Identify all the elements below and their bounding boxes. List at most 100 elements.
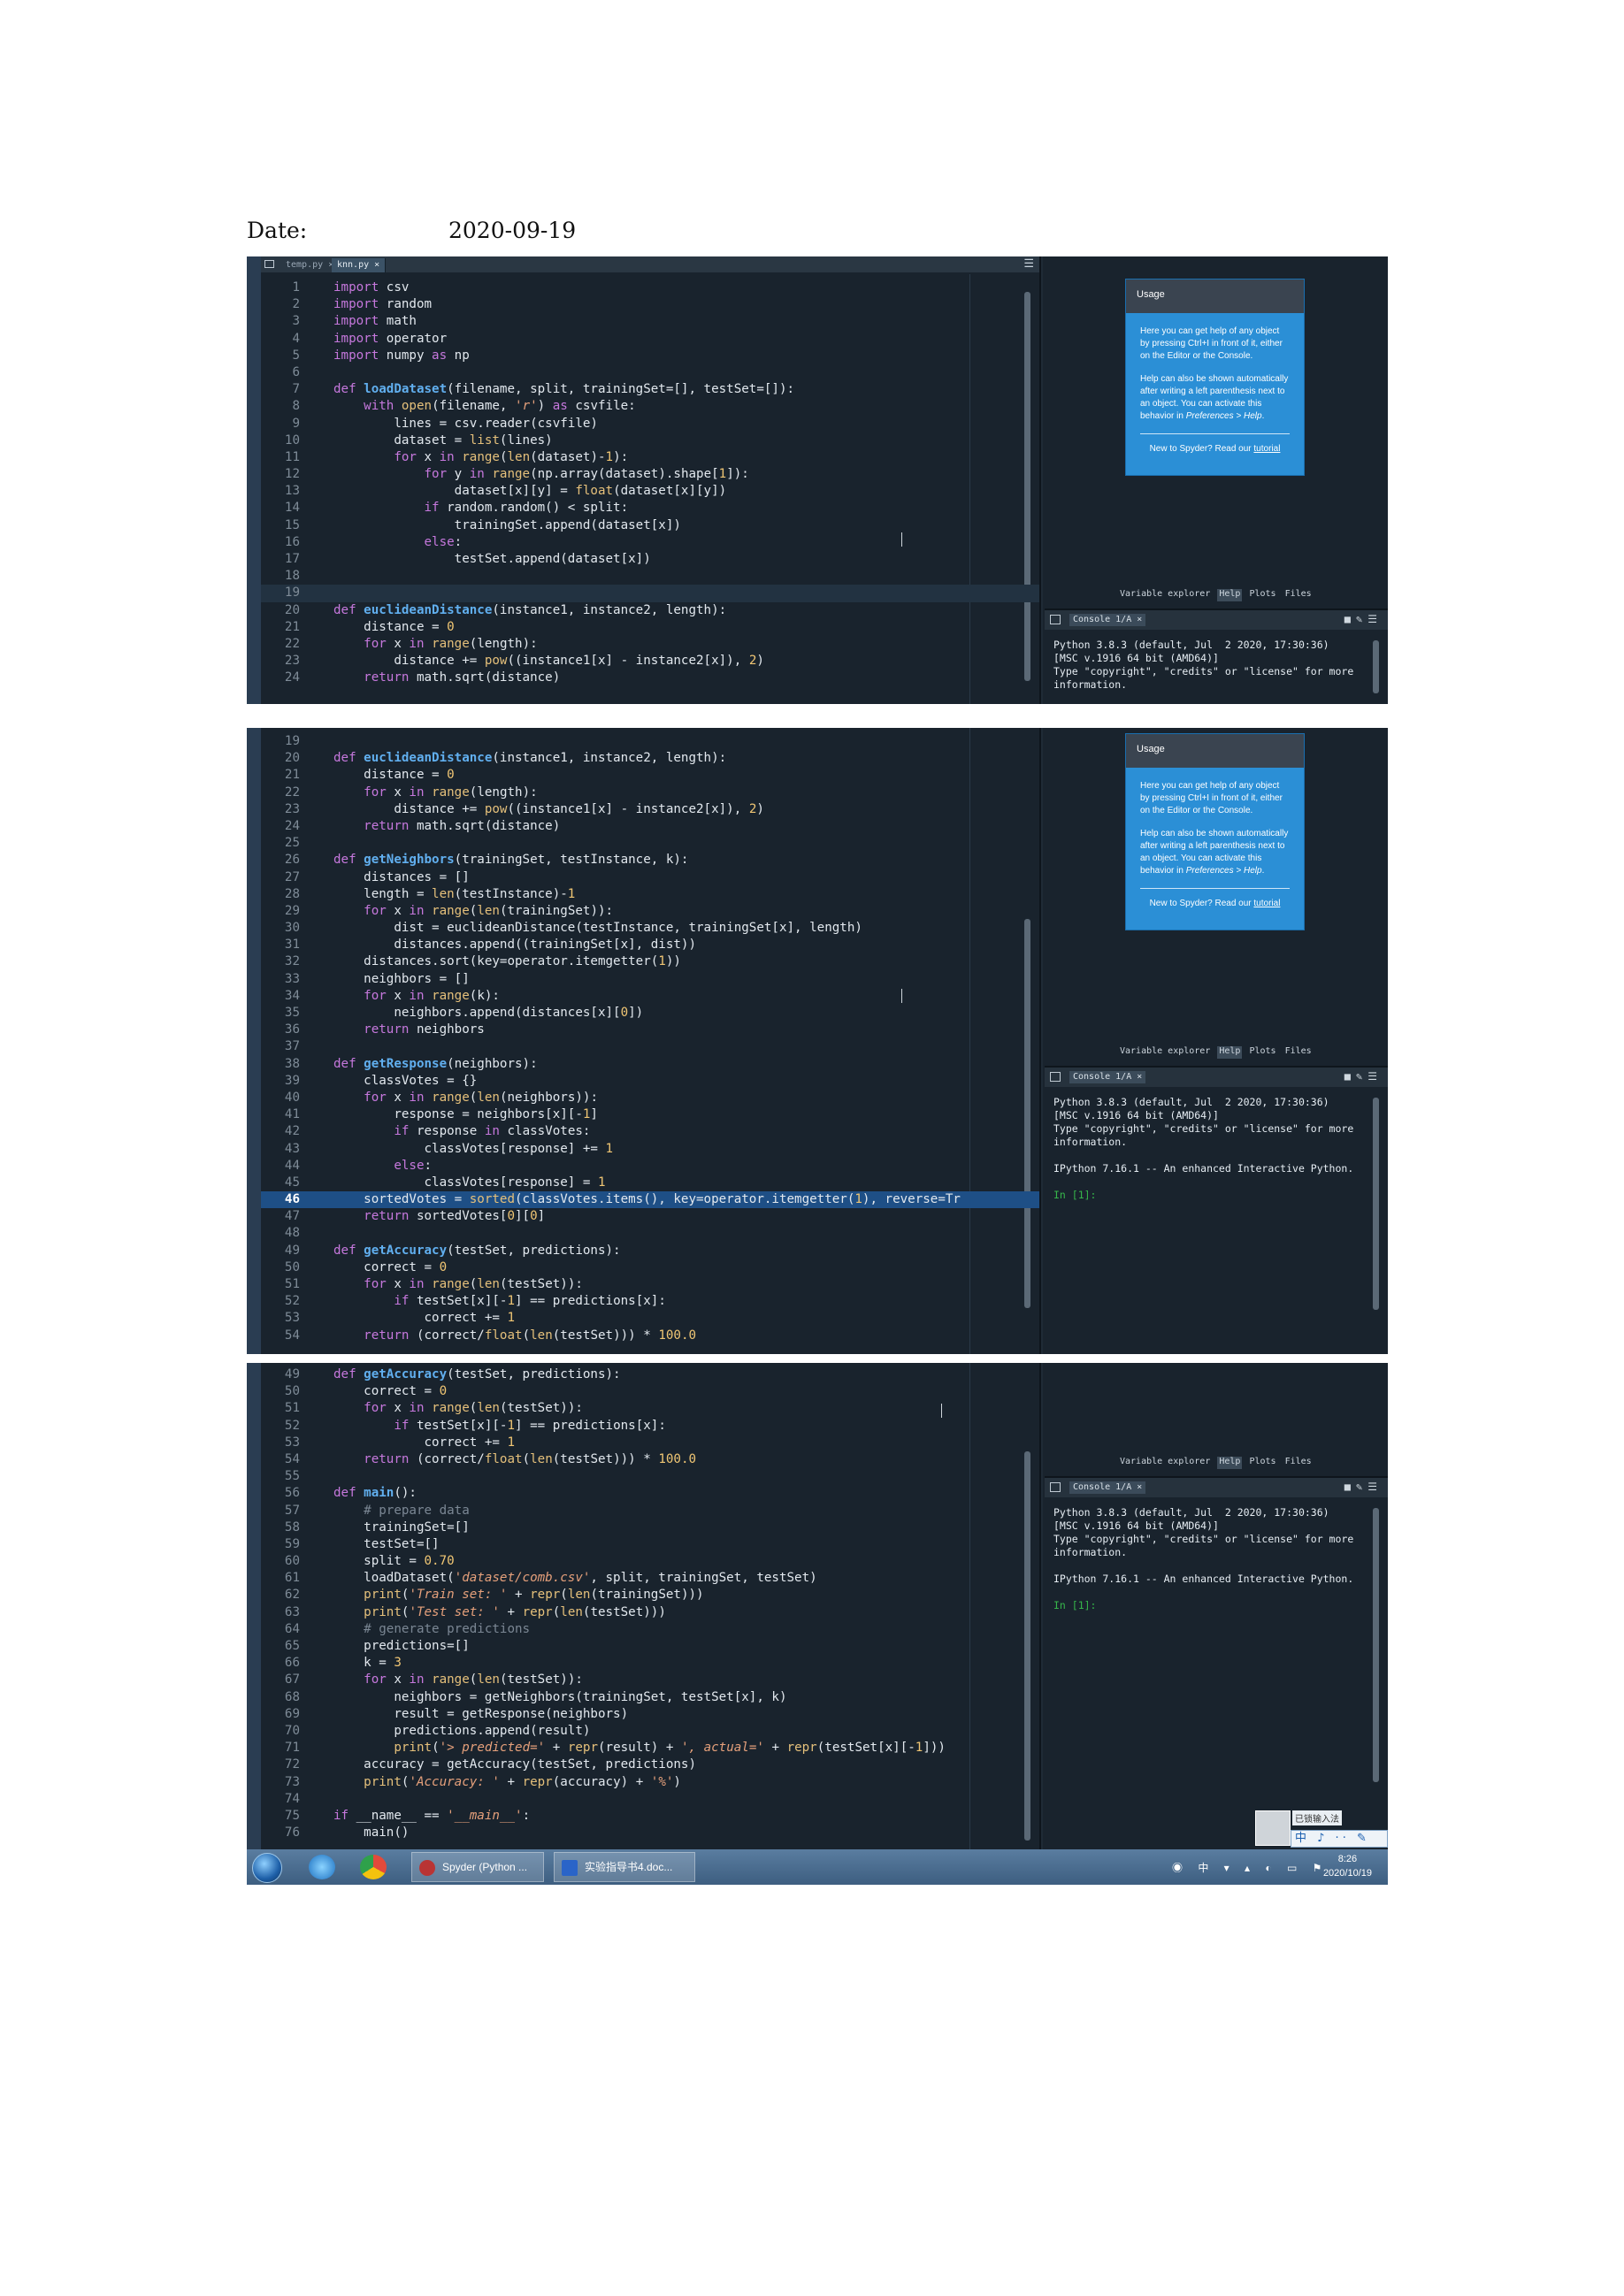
code-line[interactable]: 75 if __name__ == '__main__': — [261, 1808, 1039, 1825]
ime-bar[interactable]: 中 ♪ ·· ✎ ▤ — [1291, 1830, 1388, 1861]
code-line[interactable]: 53 correct += 1 — [261, 1310, 1039, 1327]
code-line[interactable]: 61 loadDataset('dataset/comb.csv', split… — [261, 1570, 1039, 1587]
preferences-link[interactable]: Preferences > Help — [1186, 411, 1262, 421]
code-line[interactable]: 56 def main(): — [261, 1485, 1039, 1502]
code-line[interactable]: 19 — [261, 733, 1039, 750]
code-line[interactable]: 58 trainingSet=[] — [261, 1519, 1039, 1536]
console-close-icon[interactable]: × — [1137, 1072, 1142, 1082]
code-line[interactable]: 47 return sortedVotes[0][0] — [261, 1208, 1039, 1225]
code-line[interactable]: 3 import math — [261, 313, 1039, 330]
code-area[interactable]: 1 import csv 2 import random 3 import math 4 im… — [261, 279, 1039, 687]
console-close-icon[interactable]: × — [1137, 615, 1142, 624]
code-line[interactable]: 64 # generate predictions — [261, 1621, 1039, 1638]
code-line[interactable]: 54 return (correct/float(len(testSet))) … — [261, 1328, 1039, 1344]
code-line[interactable]: 69 result = getResponse(neighbors) — [261, 1706, 1039, 1723]
tab-files[interactable]: Files — [1283, 1046, 1314, 1059]
taskbar-word[interactable]: 实验指导书4.doc... — [554, 1852, 695, 1882]
code-line[interactable]: 51 for x in range(len(testSet)): — [261, 1276, 1039, 1293]
browse-tabs-icon[interactable] — [264, 260, 274, 268]
code-line[interactable]: 23 distance += pow((instance1[x] - insta… — [261, 801, 1039, 818]
console-scrollbar[interactable] — [1373, 640, 1379, 693]
code-line[interactable]: 59 testSet=[] — [261, 1536, 1039, 1553]
code-line[interactable]: 72 accuracy = getAccuracy(testSet, predi… — [261, 1756, 1039, 1773]
tutorial-link[interactable]: tutorial — [1253, 444, 1280, 454]
code-line[interactable]: 39 classVotes = {} — [261, 1073, 1039, 1090]
tab-plots[interactable]: Plots — [1247, 589, 1277, 601]
code-line[interactable]: 38 def getResponse(neighbors): — [261, 1056, 1039, 1073]
ipython-console[interactable]: Console 1/A × ■✎☰ Python 3.8.3 (default,… — [1045, 1066, 1388, 1354]
code-line[interactable]: 54 return (correct/float(len(testSet))) … — [261, 1451, 1039, 1468]
code-line[interactable]: 63 print('Test set: ' + repr(len(testSet… — [261, 1604, 1039, 1621]
ipython-console[interactable]: Console 1/A × ■✎☰ Python 3.8.3 (default,… — [1045, 1476, 1388, 1849]
code-line[interactable]: 55 — [261, 1468, 1039, 1485]
code-line[interactable]: 33 neighbors = [] — [261, 971, 1039, 988]
code-line[interactable]: 7 def loadDataset(filename, split, traini… — [261, 381, 1039, 398]
code-line[interactable]: 4 import operator — [261, 331, 1039, 348]
code-line[interactable]: 18 — [261, 568, 1039, 585]
code-line[interactable]: 31 distances.append((trainingSet[x], dis… — [261, 937, 1039, 953]
tab-files[interactable]: Files — [1283, 589, 1314, 601]
code-line[interactable]: 19 — [261, 585, 1039, 602]
console-prompt[interactable]: In [1]: — [1053, 1599, 1096, 1611]
code-line[interactable]: 13 dataset[x][y] = float(dataset[x][y]) — [261, 483, 1039, 500]
code-line[interactable]: 48 — [261, 1225, 1039, 1242]
tab-variable-explorer[interactable]: Variable explorer — [1118, 589, 1212, 601]
console-browse-icon[interactable] — [1050, 615, 1061, 624]
code-editor[interactable]: temp.py × knn.py × ☰ 1 import csv 2 import … — [247, 256, 1041, 704]
code-line[interactable]: 45 classVotes[response] = 1 — [261, 1175, 1039, 1191]
code-area[interactable]: 19 20 def euclideanDistance(instance1, ins… — [261, 733, 1039, 1344]
code-line[interactable]: 14 if random.random() < split: — [261, 500, 1039, 517]
code-line[interactable]: 30 dist = euclideanDistance(testInstance… — [261, 920, 1039, 937]
code-line[interactable]: 15 trainingSet.append(dataset[x]) — [261, 517, 1039, 534]
code-line[interactable]: 43 classVotes[response] += 1 — [261, 1141, 1039, 1158]
code-line[interactable]: 62 print('Train set: ' + repr(len(traini… — [261, 1587, 1039, 1603]
code-line[interactable]: 23 distance += pow((instance1[x] - insta… — [261, 653, 1039, 670]
code-line[interactable]: 65 predictions=[] — [261, 1638, 1039, 1655]
start-button-icon[interactable] — [252, 1853, 282, 1883]
tab-variable-explorer[interactable]: Variable explorer — [1118, 1457, 1212, 1469]
code-line[interactable]: 57 # prepare data — [261, 1503, 1039, 1519]
code-line[interactable]: 29 for x in range(len(trainingSet)): — [261, 903, 1039, 920]
code-line[interactable]: 37 — [261, 1038, 1039, 1055]
code-line[interactable]: 5 import numpy as np — [261, 348, 1039, 364]
tab-help[interactable]: Help — [1217, 589, 1243, 601]
code-line[interactable]: 68 neighbors = getNeighbors(trainingSet,… — [261, 1689, 1039, 1706]
tab-help[interactable]: Help — [1217, 1457, 1243, 1469]
tab-help[interactable]: Help — [1217, 1046, 1243, 1059]
code-line[interactable]: 24 return math.sqrt(distance) — [261, 670, 1039, 686]
code-line[interactable]: 8 with open(filename, 'r') as csvfile: — [261, 398, 1039, 415]
console-tab[interactable]: Console 1/A × — [1069, 614, 1146, 626]
code-line[interactable]: 71 print('> predicted=' + repr(result) +… — [261, 1740, 1039, 1756]
code-line[interactable]: 21 distance = 0 — [261, 767, 1039, 784]
code-line[interactable]: 70 predictions.append(result) — [261, 1723, 1039, 1740]
code-line[interactable]: 52 if testSet[x][-1] == predictions[x]: — [261, 1418, 1039, 1435]
hamburger-menu-icon[interactable]: ☰ — [1023, 256, 1034, 272]
code-line[interactable]: 25 — [261, 835, 1039, 852]
code-line[interactable]: 28 length = len(testInstance)-1 — [261, 886, 1039, 903]
tray-icons[interactable]: ◉ 中 ▾ ▴ ◐ ▭ ⚑ — [1172, 1860, 1328, 1875]
tab-close-icon[interactable]: × — [374, 260, 379, 270]
code-line[interactable]: 41 response = neighbors[x][-1] — [261, 1106, 1039, 1123]
code-line[interactable]: 50 correct = 0 — [261, 1383, 1039, 1400]
code-line[interactable]: 17 testSet.append(dataset[x]) — [261, 551, 1039, 568]
code-line[interactable]: 16 else: — [261, 534, 1039, 551]
tray-clock[interactable]: 8:26 2020/10/19 — [1323, 1852, 1372, 1880]
code-line[interactable]: 42 if response in classVotes: — [261, 1123, 1039, 1140]
code-line[interactable]: 32 distances.sort(key=operator.itemgette… — [261, 953, 1039, 970]
code-line[interactable]: 26 def getNeighbors(trainingSet, testInst… — [261, 852, 1039, 869]
code-line[interactable]: 22 for x in range(length): — [261, 636, 1039, 653]
code-line[interactable]: 49 def getAccuracy(testSet, predictions): — [261, 1366, 1039, 1383]
code-line[interactable]: 12 for y in range(np.array(dataset).shap… — [261, 466, 1039, 483]
code-editor[interactable]: 49 def getAccuracy(testSet, predictions):… — [247, 1363, 1041, 1849]
code-line[interactable]: 2 import random — [261, 296, 1039, 313]
tab-plots[interactable]: Plots — [1247, 1046, 1277, 1059]
code-line[interactable]: 66 k = 3 — [261, 1655, 1039, 1672]
console-browse-icon[interactable] — [1050, 1482, 1061, 1492]
console-tab[interactable]: Console 1/A × — [1069, 1481, 1146, 1494]
tab-plots[interactable]: Plots — [1247, 1457, 1277, 1469]
code-line[interactable]: 73 print('Accuracy: ' + repr(accuracy) +… — [261, 1774, 1039, 1791]
code-line[interactable]: 1 import csv — [261, 279, 1039, 296]
taskbar-spyder[interactable]: Spyder (Python ... — [411, 1852, 544, 1882]
tab-files[interactable]: Files — [1283, 1457, 1314, 1469]
code-line[interactable]: 10 dataset = list(lines) — [261, 432, 1039, 449]
